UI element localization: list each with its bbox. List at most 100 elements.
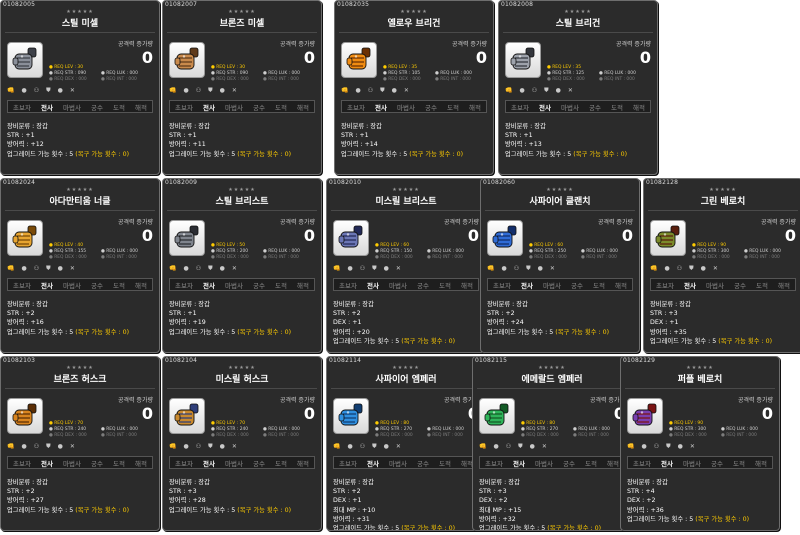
shield-icon: ⛊ xyxy=(46,265,51,272)
item-code: 01082005 xyxy=(3,1,36,8)
req-row-2: ● REQ DEX : 000 ● REQ INT : 000 xyxy=(49,433,157,439)
stat-line: 방어력 : +35 xyxy=(650,328,687,336)
stat-line: STR : +2 xyxy=(333,488,361,496)
glove-icon xyxy=(174,403,199,426)
stat-line: DEX : +2 xyxy=(627,497,656,505)
upgrade-recover: (복구 가능 횟수 : 0) xyxy=(401,525,456,531)
status-icons: 👊 ● ⚇ ⛊ ● ✕ xyxy=(341,87,489,95)
job-0: 초보자 xyxy=(175,459,193,468)
upgrade-slots: 업그레이드 가능 횟수 : 5 (복구 가능 횟수 : 0) xyxy=(7,150,157,159)
req-int: ● REQ INT : 000 xyxy=(101,77,137,82)
status-icons: 👊 ● ⚇ ⛊ ● ✕ xyxy=(7,265,155,273)
job-0: 초보자 xyxy=(13,459,31,468)
job-2: 마법사 xyxy=(535,459,553,468)
req-dex: ● REQ DEX : 000 xyxy=(521,433,559,438)
upgrade-recover: (복구 가능 횟수 : 0) xyxy=(237,150,292,158)
trade-icon: ⚇ xyxy=(195,87,202,94)
job-4: 도적 xyxy=(274,281,287,290)
star-rating: ★★★★★ xyxy=(228,187,256,193)
req-dex: ● REQ DEX : 000 xyxy=(692,255,730,260)
job-3: 궁수 xyxy=(588,103,601,112)
dot-icon: ● xyxy=(183,443,189,450)
status-icons: 👊 ● ⚇ ⛊ ● ✕ xyxy=(505,87,653,95)
job-2: 마법사 xyxy=(225,459,243,468)
stat-line: 방어력 : +28 xyxy=(169,497,206,505)
shield-icon: ⛊ xyxy=(372,265,377,272)
stat-line: STR : +1 xyxy=(505,132,533,140)
upgrade-recover: (복구 가능 횟수 : 0) xyxy=(75,328,130,336)
item-code: 01082008 xyxy=(501,1,534,8)
upgrade-count: 업그레이드 가능 횟수 : 5 xyxy=(333,525,402,531)
job-1: 전사 xyxy=(203,459,215,468)
requirements: ● REQ LEV : 90 ● REQ STR : 300 ● REQ LUK :… xyxy=(669,421,777,439)
glove-icon xyxy=(510,47,535,70)
job-4: 도적 xyxy=(112,281,125,290)
cross-icon: ✕ xyxy=(231,87,237,94)
shield-icon: ⛊ xyxy=(526,265,531,272)
item-tooltip-card: 01082007 ★★★★★ 브론즈 미셀 공격력 증가량 0 ● REQ LEV : … xyxy=(162,0,322,175)
dot-icon: ● xyxy=(664,265,670,272)
stat-line: STR : +2 xyxy=(7,310,35,318)
req-row-2: ● REQ DEX : 000 ● REQ INT : 000 xyxy=(211,77,319,83)
glove-icon xyxy=(346,47,371,70)
job-class-bar: 초보자 전사 마법사 궁수 도적 해적 xyxy=(169,100,315,113)
dot-icon: ● xyxy=(347,265,353,272)
shield-icon: ⛊ xyxy=(666,443,671,450)
job-0: 초보자 xyxy=(656,281,674,290)
job-3: 궁수 xyxy=(424,103,437,112)
equip-category: 장비분류 : 장갑 xyxy=(341,123,382,130)
cross-icon: ✕ xyxy=(69,443,75,450)
cross-icon: ✕ xyxy=(567,87,573,94)
item-icon-box xyxy=(479,398,515,434)
item-name: 브론즈 미셀 xyxy=(219,19,265,29)
job-3: 궁수 xyxy=(252,459,265,468)
job-3: 궁수 xyxy=(90,281,103,290)
glove-icon xyxy=(338,225,363,248)
job-4: 도적 xyxy=(592,281,605,290)
item-stats: 장비분류 : 장갑 STR : +1 방어력 : +19 업그레이드 가능 횟수 : … xyxy=(169,300,319,337)
item-stats: 장비분류 : 장갑 STR : +2 방어력 : +27 업그레이드 가능 횟수 : … xyxy=(7,478,157,515)
job-0: 초보자 xyxy=(175,281,193,290)
upgrade-recover: (복구 가능 횟수 : 0) xyxy=(718,337,773,345)
requirements: ● REQ LEV : 90 ● REQ STR : 300 ● REQ LUK :… xyxy=(692,243,800,261)
item-icon-box xyxy=(650,220,686,256)
req-dex: ● REQ DEX : 000 xyxy=(211,433,249,438)
upgrade-slots: 업그레이드 가능 횟수 : 5 (복구 가능 횟수 : 0) xyxy=(341,150,491,159)
upgrade-slots: 업그레이드 가능 횟수 : 5 (복구 가능 횟수 : 0) xyxy=(650,337,800,346)
divider xyxy=(5,32,155,33)
dot-icon: ● xyxy=(555,87,561,94)
stat-line: 방어력 : +14 xyxy=(341,141,378,149)
attack-increase-label: 공격력 증가량 xyxy=(279,219,315,226)
item-stats: 장비분류 : 장갑 STR : +4 DEX : +2 방어력 : +36 업그레이드 … xyxy=(627,478,777,524)
dot-icon: ● xyxy=(219,443,225,450)
trade-icon: ⚇ xyxy=(531,87,538,94)
status-icons: 👊 ● ⚇ ⛊ ● ✕ xyxy=(169,87,317,95)
job-1: 전사 xyxy=(513,459,525,468)
req-int: ● REQ INT : 000 xyxy=(263,433,299,438)
job-2: 마법사 xyxy=(389,459,407,468)
job-1: 전사 xyxy=(41,281,53,290)
job-4: 도적 xyxy=(584,459,597,468)
item-tooltip-card: 01082024 ★★★★★ 아다만티움 너클 공격력 증가량 0 ● REQ LEV … xyxy=(0,178,160,353)
item-code: 01082010 xyxy=(329,179,362,186)
upgrade-slots: 업그레이드 가능 횟수 : 5 (복구 가능 횟수 : 0) xyxy=(333,524,483,531)
req-dex: ● REQ DEX : 000 xyxy=(547,77,585,82)
trade-icon: ⚇ xyxy=(195,443,202,450)
status-icons: 👊 ● ⚇ ⛊ ● ✕ xyxy=(7,443,155,451)
cross-icon: ✕ xyxy=(549,265,555,272)
job-5: 해적 xyxy=(296,281,309,290)
job-5: 해적 xyxy=(134,281,147,290)
divider xyxy=(167,32,317,33)
attack-increase-label: 공격력 증가량 xyxy=(279,397,315,404)
req-row-2: ● REQ DEX : 000 ● REQ INT : 000 xyxy=(547,77,655,83)
stat-line: DEX : +1 xyxy=(333,319,362,327)
attack-increase-label: 공격력 증가량 xyxy=(117,397,153,404)
equip-category: 장비분류 : 장갑 xyxy=(333,479,374,486)
req-dex: ● REQ DEX : 000 xyxy=(669,433,707,438)
divider xyxy=(485,210,635,211)
cross-icon: ✕ xyxy=(395,443,401,450)
req-dex: ● REQ DEX : 000 xyxy=(49,77,87,82)
item-tooltip-card: 01082010 ★★★★★ 미스릴 브리스트 공격력 증가량 0 ● REQ LEV … xyxy=(326,178,486,353)
stat-line: STR : +2 xyxy=(333,310,361,318)
equip-category: 장비분류 : 장갑 xyxy=(627,479,668,486)
